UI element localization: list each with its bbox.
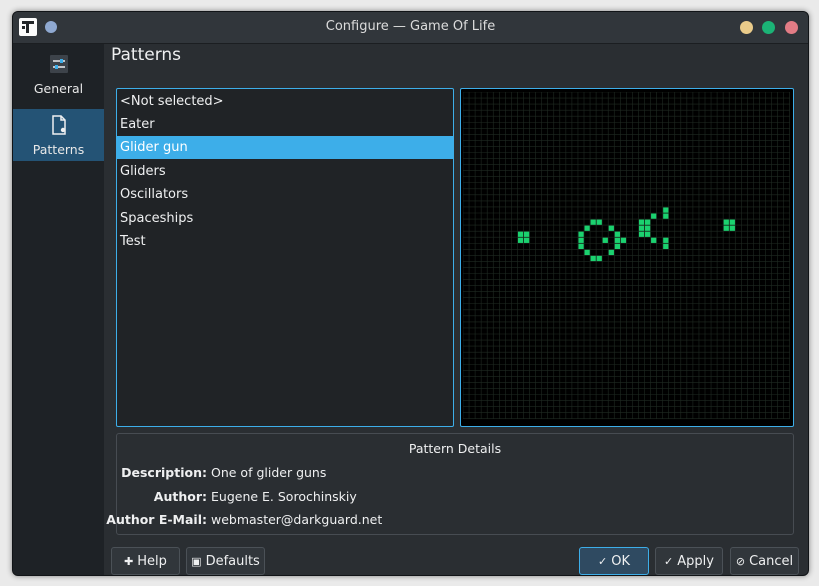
help-icon: ✚ — [124, 555, 134, 568]
grid-lines — [463, 92, 791, 420]
live-cell — [614, 237, 620, 243]
description-label: Description: — [121, 465, 207, 480]
ok-button[interactable]: ✓ OK — [579, 547, 649, 575]
sidebar-item-general[interactable]: General — [13, 48, 104, 100]
live-cell — [651, 213, 657, 219]
description-value: One of glider guns — [211, 465, 327, 480]
live-cell — [602, 237, 608, 243]
live-cell — [645, 231, 651, 237]
live-cell — [596, 255, 602, 262]
document-revert-icon: ▣ — [191, 555, 202, 568]
email-value: webmaster@darkguard.net — [211, 512, 383, 527]
live-cell — [645, 219, 651, 225]
checkmark-icon: ✓ — [664, 555, 674, 568]
live-cell — [663, 237, 669, 243]
configure-window: Configure — Game Of Life General Pattern… — [12, 11, 809, 576]
cancel-icon: ⊘ — [735, 555, 746, 568]
list-item[interactable]: <Not selected> — [117, 90, 453, 113]
live-cell — [723, 225, 729, 231]
live-cell — [590, 219, 596, 225]
cancel-button[interactable]: ⊘ Cancel — [730, 547, 799, 575]
live-cell — [723, 219, 729, 225]
list-item[interactable]: Eater — [117, 113, 453, 136]
live-cell — [663, 213, 669, 219]
apply-button[interactable]: ✓ Apply — [655, 547, 723, 575]
live-cell — [645, 225, 651, 231]
author-label: Author: — [153, 489, 207, 504]
pattern-list[interactable]: <Not selected> Eater Glider gun Gliders … — [116, 88, 454, 427]
live-cell — [578, 237, 584, 243]
live-cell — [663, 207, 669, 213]
patterns-page: Patterns <Not selected> Eater Glider gun… — [104, 44, 808, 575]
description-row: Description: One of glider guns — [117, 465, 793, 485]
title-bar[interactable]: Configure — Game Of Life — [13, 12, 808, 44]
checkmark-icon: ✓ — [598, 555, 608, 568]
list-item[interactable]: Test — [117, 230, 453, 253]
live-cell — [524, 231, 530, 237]
life-grid — [463, 92, 791, 420]
defaults-button[interactable]: ▣ Defaults — [186, 547, 265, 575]
live-cell — [584, 225, 590, 231]
live-cell — [620, 237, 627, 243]
live-cell — [614, 231, 620, 237]
pattern-preview — [460, 88, 794, 427]
live-cell — [578, 231, 584, 237]
live-cell — [517, 237, 524, 243]
sidebar-item-label: General — [33, 81, 84, 96]
list-item[interactable]: Oscillators — [117, 183, 453, 206]
live-cell — [517, 231, 524, 237]
live-cell — [729, 219, 735, 225]
live-cell — [608, 249, 614, 256]
sidebar-item-label: Patterns — [32, 142, 85, 157]
window-title: Configure — Game Of Life — [325, 19, 496, 34]
sliders-icon — [50, 55, 68, 73]
list-item[interactable]: Gliders — [117, 160, 453, 183]
live-cell — [729, 225, 735, 231]
live-cell — [638, 219, 645, 225]
author-row: Author: Eugene E. Sorochinskiy — [117, 489, 793, 509]
live-cell — [590, 255, 596, 262]
sidebar-item-patterns[interactable]: Patterns — [13, 109, 104, 161]
email-label: Author E-Mail: — [106, 512, 207, 527]
list-item[interactable]: Glider gun — [117, 136, 453, 159]
list-item[interactable]: Spaceships — [117, 207, 453, 230]
live-cell — [638, 225, 645, 231]
live-cell — [608, 225, 614, 231]
live-cell — [614, 243, 620, 249]
author-value: Eugene E. Sorochinskiy — [211, 489, 357, 504]
live-cell — [638, 231, 645, 237]
help-button[interactable]: ✚ Help — [111, 547, 180, 575]
email-row: Author E-Mail: webmaster@darkguard.net — [106, 512, 793, 532]
config-sidebar: General Patterns — [13, 44, 104, 575]
live-cell — [651, 237, 657, 243]
live-cell — [578, 243, 584, 249]
minimize-button[interactable] — [740, 21, 753, 34]
live-cell — [596, 219, 602, 225]
page-title: Patterns — [111, 45, 182, 65]
live-cell — [663, 243, 669, 249]
close-button[interactable] — [785, 21, 798, 34]
live-cell — [584, 249, 590, 256]
document-icon — [52, 115, 66, 135]
details-title: Pattern Details — [408, 441, 502, 456]
maximize-button[interactable] — [762, 21, 775, 34]
pattern-details-group: Pattern Details Description: One of glid… — [106, 433, 794, 535]
live-cell — [524, 237, 530, 243]
